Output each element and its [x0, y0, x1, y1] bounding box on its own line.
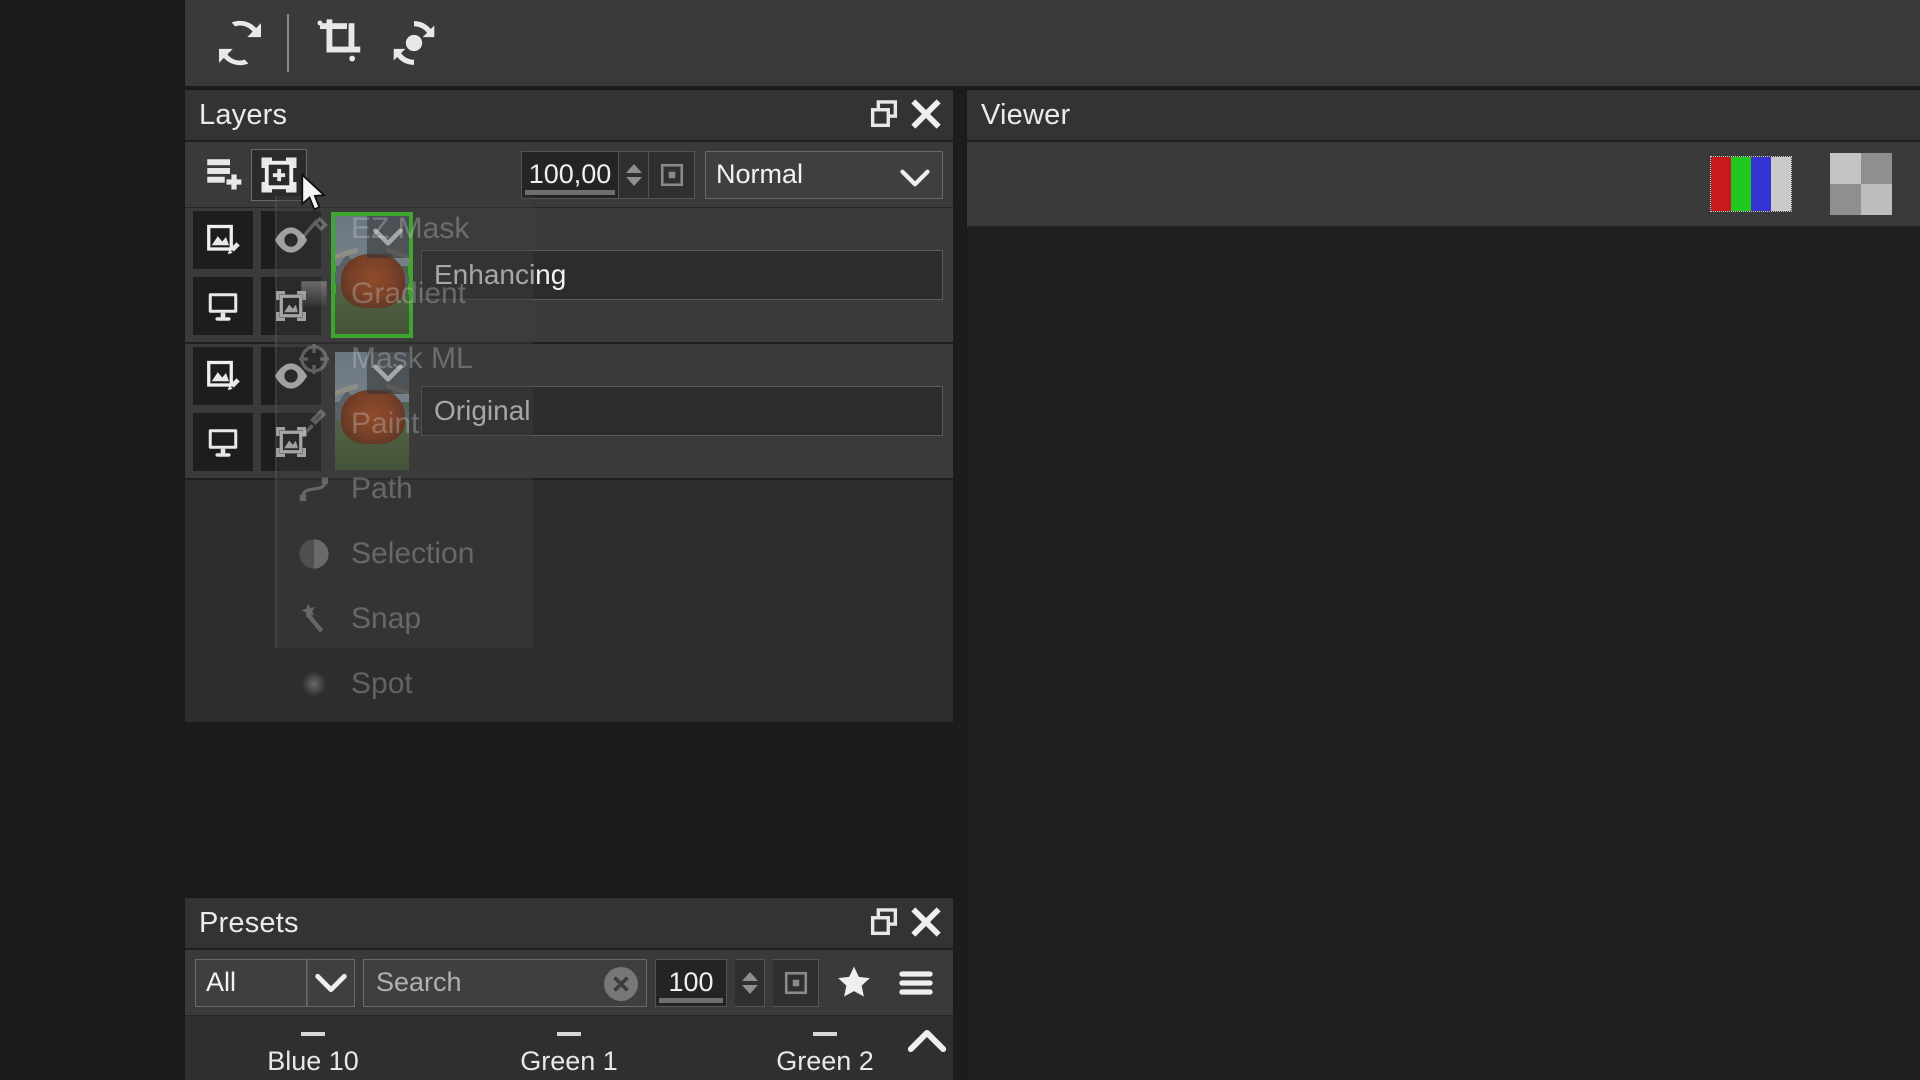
add-layer-from-file-icon [261, 157, 297, 192]
opacity-reset-button[interactable] [649, 150, 695, 199]
chevron-up-icon [907, 1029, 947, 1053]
layer-name-field[interactable]: Enhancing [421, 250, 943, 300]
blend-mode-select[interactable]: Normal [705, 150, 943, 199]
presets-list: Blue 10 Green 1 Green 2 [185, 1016, 953, 1080]
list-item[interactable]: Green 1 [441, 1032, 697, 1080]
layer-display-button[interactable] [193, 277, 253, 335]
stepper-up-icon[interactable] [625, 163, 642, 173]
sync-refresh-icon [219, 20, 261, 66]
viewer-canvas[interactable] [967, 228, 1920, 1080]
viewer-panel: Viewer [965, 88, 1920, 1080]
hamburger-menu-icon [899, 970, 933, 995]
image-effects-icon [276, 291, 306, 321]
viewer-toolbar [967, 142, 1920, 228]
top-toolbar [185, 0, 1920, 86]
layer-name-text: Enhancing [434, 259, 567, 290]
reset-icon [660, 163, 683, 186]
layer-display-button[interactable] [193, 413, 253, 471]
close-icon[interactable] [907, 95, 945, 138]
blend-mode-value: Normal [716, 159, 804, 189]
layer-name-text: Original [434, 395, 531, 426]
add-layer-button[interactable] [195, 149, 251, 201]
presets-toolbar: All Search 100 [185, 950, 953, 1016]
eye-icon [274, 363, 308, 389]
opacity-value-text: 100,00 [528, 159, 612, 189]
presets-menu-button[interactable] [889, 968, 943, 998]
layer-mask-edit-button[interactable] [193, 347, 253, 405]
add-layer-from-file-button[interactable] [251, 148, 307, 201]
clear-x-icon[interactable] [604, 966, 638, 1001]
restore-window-icon[interactable] [867, 97, 901, 136]
layer-thumb-chevron[interactable] [367, 352, 409, 394]
stepper-up-icon[interactable] [741, 971, 758, 981]
preset-label: Green 1 [520, 1046, 618, 1076]
layer-visibility-toggle[interactable] [261, 211, 321, 269]
presets-count-reset-button[interactable] [773, 958, 819, 1007]
mouse-pointer [301, 173, 327, 211]
chevron-down-icon [900, 165, 930, 196]
preset-label: Green 2 [776, 1046, 874, 1076]
layer-mask-edit-icon [207, 224, 240, 255]
presets-count-input[interactable]: 100 [655, 958, 727, 1007]
crop-icon [317, 19, 361, 62]
layer-name-field[interactable]: Original [421, 386, 943, 436]
left-gutter [0, 0, 185, 1080]
toolbar-separator [287, 14, 289, 72]
add-layer-icon [207, 158, 242, 190]
preset-label: Blue 10 [267, 1046, 359, 1076]
layer-visibility-toggle[interactable] [261, 347, 321, 405]
presets-panel: Presets All Search 100 Blue 10 Green 1 G… [185, 896, 953, 1080]
opacity-stepper[interactable] [619, 150, 649, 199]
monitor-icon [208, 293, 238, 321]
stepper-down-icon[interactable] [741, 984, 758, 994]
presets-filter-select[interactable]: All [195, 958, 355, 1007]
layer-mask-edit-button[interactable] [193, 211, 253, 269]
chevron-down-icon [373, 364, 403, 382]
app-root: Layers 100,00 Normal Enhancing Original … [0, 0, 1920, 1080]
stepper-down-icon[interactable] [625, 176, 642, 186]
preset-thumbnail [557, 1032, 581, 1036]
viewer-panel-title: Viewer [981, 98, 1071, 131]
presets-count-value: 100 [668, 967, 714, 997]
search-placeholder: Search [376, 967, 462, 997]
layer-mask-edit-icon [207, 360, 240, 391]
viewer-panel-titlebar: Viewer [967, 90, 1920, 142]
eye-icon [274, 227, 308, 253]
transform-tool-button[interactable] [377, 6, 451, 80]
presets-count-stepper[interactable] [735, 958, 765, 1007]
chevron-down-icon [373, 228, 403, 246]
layer-thumbnail[interactable] [331, 212, 413, 338]
layers-panel-titlebar: Layers [185, 90, 953, 142]
layers-panel-title: Layers [199, 98, 288, 131]
layer-effects-button[interactable] [261, 413, 321, 471]
close-icon[interactable] [907, 903, 945, 946]
chevron-down-icon[interactable] [307, 958, 355, 1007]
preset-thumbnail [813, 1032, 837, 1036]
opacity-value-input[interactable]: 100,00 [521, 150, 619, 199]
layer-effects-button[interactable] [261, 277, 321, 335]
favorites-button[interactable] [827, 963, 881, 1003]
layer-thumbnail[interactable] [335, 352, 409, 470]
presets-scroll-up-button[interactable] [907, 1028, 947, 1059]
monitor-icon [208, 429, 238, 457]
list-item[interactable]: Blue 10 [185, 1032, 441, 1080]
restore-window-icon[interactable] [867, 905, 901, 944]
table-row[interactable]: Original [185, 344, 953, 480]
star-icon [838, 966, 870, 996]
transparency-checker-icon[interactable] [1830, 153, 1892, 215]
table-row[interactable]: Enhancing [185, 208, 953, 344]
crop-tool-button[interactable] [303, 6, 377, 80]
presets-panel-titlebar: Presets [185, 898, 953, 950]
presets-filter-value: All [206, 967, 237, 997]
search-input[interactable]: Search [363, 958, 647, 1007]
presets-panel-title: Presets [199, 906, 299, 939]
rgb-channels-icon[interactable] [1710, 156, 1792, 212]
reset-icon [784, 971, 807, 994]
transform-target-icon [393, 21, 435, 65]
image-effects-icon [276, 427, 306, 457]
layer-thumb-chevron[interactable] [367, 216, 409, 258]
preset-thumbnail [301, 1032, 325, 1036]
reset-sync-button[interactable] [203, 6, 277, 80]
